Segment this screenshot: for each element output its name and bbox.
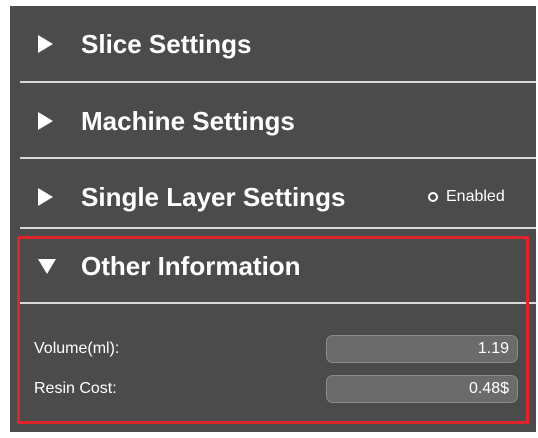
section-divider [20, 302, 536, 304]
volume-label: Volume(ml): [34, 340, 120, 357]
single-layer-settings-header[interactable]: Single Layer Settings Enabled [10, 159, 536, 235]
other-information-header[interactable]: Other Information [10, 230, 536, 302]
expand-arrow-icon [38, 35, 53, 53]
volume-row: Volume(ml): 1.19 [10, 334, 536, 364]
settings-panel: Slice Settings Machine Settings Single L… [10, 6, 536, 432]
slice-settings-header[interactable]: Slice Settings [10, 6, 536, 82]
machine-settings-header[interactable]: Machine Settings [10, 83, 536, 159]
enabled-label: Enabled [446, 188, 505, 205]
volume-field: 1.19 [326, 335, 518, 363]
slice-settings-title: Slice Settings [81, 28, 252, 59]
single-layer-settings-title: Single Layer Settings [81, 181, 346, 212]
section-divider [20, 227, 536, 229]
enabled-toggle[interactable]: Enabled [428, 188, 505, 206]
resin-cost-field: 0.48$ [326, 375, 518, 403]
resin-cost-row: Resin Cost: 0.48$ [10, 374, 536, 404]
machine-settings-title: Machine Settings [81, 105, 295, 136]
collapse-arrow-icon [38, 258, 56, 274]
other-information-title: Other Information [81, 250, 301, 281]
resin-cost-label: Resin Cost: [34, 380, 117, 397]
expand-arrow-icon [38, 188, 53, 206]
radio-circle-icon[interactable] [428, 192, 438, 202]
expand-arrow-icon [38, 112, 53, 130]
